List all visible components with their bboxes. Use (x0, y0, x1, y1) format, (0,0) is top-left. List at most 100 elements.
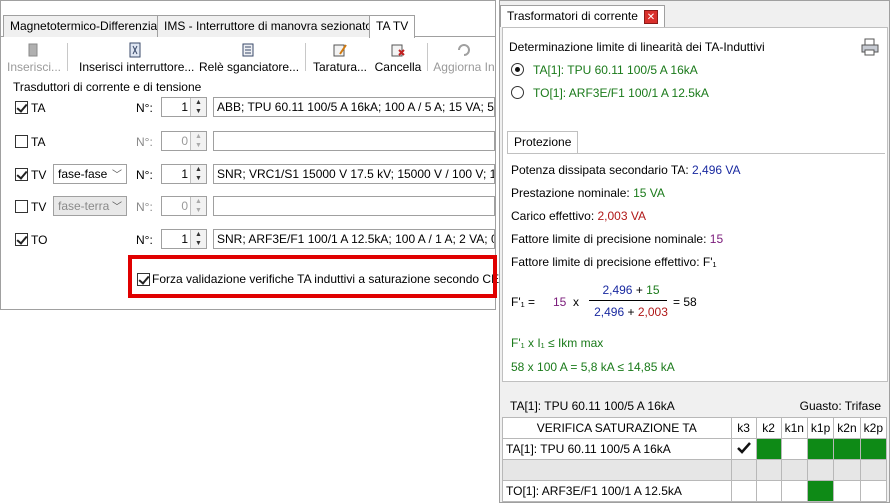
ta1-radio[interactable] (511, 63, 524, 76)
ta1-quantity-stepper[interactable]: 1 ▲ ▼ (161, 97, 207, 117)
cell-empty (755, 459, 782, 481)
tv2-description-field[interactable] (213, 196, 495, 216)
col-k1p: k1p (806, 417, 835, 439)
inserisci-label: Inserisci... (7, 60, 62, 74)
check-icon (736, 441, 751, 454)
taratura-button[interactable]: Taratura... (311, 39, 369, 75)
stepper-value: 1 (181, 167, 188, 181)
tv2-checkbox[interactable] (15, 200, 28, 213)
verifica-saturazione-table: VERIFICA SATURAZIONE TA k3 k2 k1n k1p k2… (502, 417, 888, 502)
tv1-type-select[interactable]: fase-fase ﹀ (53, 164, 127, 184)
formula-x: x (573, 295, 579, 309)
toolbar-separator (305, 43, 306, 71)
prestazione-label: Prestazione nominale: (511, 186, 630, 200)
ta1-description-field[interactable]: ABB; TPU 60.11 100/5 A 16kA; 100 A / 5 A… (213, 97, 495, 117)
to1-radio[interactable] (511, 86, 524, 99)
inserisci-interruttore-button[interactable]: Inserisci interruttore... (79, 39, 194, 75)
cell-empty (730, 480, 757, 502)
tab-title: Trasformatori di corrente (507, 9, 638, 23)
stepper-value: 1 (181, 100, 188, 114)
tab-strip: Magnetotermico-Differenziale IMS - Inter… (1, 15, 495, 38)
stepper-arrows[interactable]: ▲ ▼ (190, 98, 206, 116)
tab-trasformatori[interactable]: Trasformatori di corrente ✕ (500, 5, 665, 27)
refresh-icon (458, 44, 470, 56)
ta2-checkbox[interactable] (15, 135, 28, 148)
col-k2: k2 (755, 417, 782, 439)
to1-description-field[interactable]: SNR; ARF3E/F1 100/1 A 12.5kA; 100 A / 1 … (213, 229, 495, 249)
cell-empty (730, 459, 757, 481)
cell-check (730, 438, 757, 460)
insert-icon (28, 43, 38, 57)
table-row[interactable]: TO[1]: ARF3E/F1 100/1 A 12.5kA (502, 480, 888, 502)
col-k2n: k2n (833, 417, 861, 439)
inserisci-button[interactable]: Inserisci... (7, 39, 62, 75)
transducer-row: TV fase-fase ﹀ N°: 1 ▲ ▼ SNR; VRC1/S1 150… (1, 163, 495, 187)
flp-effettivo-label: Fattore limite di precisione effettivo: … (511, 255, 717, 269)
potenza-label: Potenza dissipata secondario TA: (511, 163, 689, 177)
stepper-arrows[interactable]: ▲ ▼ (190, 165, 206, 183)
rele-button[interactable]: Relè sganciatore... (199, 39, 299, 75)
n-label: N°: (136, 233, 153, 247)
table-row[interactable]: TA[1]: TPU 60.11 100/5 A 16kA (502, 438, 888, 460)
cell-ok (755, 438, 782, 460)
cell-ok (859, 438, 888, 460)
cancella-label: Cancella (374, 60, 422, 74)
table-header: VERIFICA SATURAZIONE TA (502, 417, 732, 439)
transducer-row: TA N°: 0 ▲ ▼ (1, 130, 495, 154)
tv1-quantity-stepper[interactable]: 1 ▲ ▼ (161, 164, 207, 184)
aggiorna-button[interactable]: Aggiorna In (433, 39, 495, 75)
n-label: N°: (136, 135, 153, 149)
row-label: TA[1]: TPU 60.11 100/5 A 16kA (502, 438, 732, 460)
toolbar: Inserisci... Inserisci interruttore... R… (1, 39, 495, 75)
cell-empty (780, 480, 808, 502)
tab-ims[interactable]: IMS - Interruttore di manovra sezionator… (157, 15, 390, 37)
ta1-label: TA (31, 101, 46, 115)
chevron-down-icon: ﹀ (112, 170, 122, 181)
summary-right: Guasto: Trifase (799, 399, 881, 413)
carico-row: Carico effettivo: 2,003 VA (511, 209, 646, 223)
ta2-quantity-stepper[interactable]: 0 ▲ ▼ (161, 131, 207, 151)
to1-checkbox[interactable] (15, 233, 28, 246)
cell-ok (806, 480, 835, 502)
section-title: Trasduttori di corrente e di tensione (13, 80, 202, 94)
transducer-row: TO N°: 1 ▲ ▼ SNR; ARF3E/F1 100/1 A 12.5kA… (1, 228, 495, 252)
table-header-row: VERIFICA SATURAZIONE TA k3 k2 k1n k1p k2… (502, 417, 888, 439)
tv1-description-field[interactable]: SNR; VRC1/S1 15000 V 17.5 kV; 15000 V / … (213, 164, 495, 184)
flp-nominale-row: Fattore limite di precisione nominale: 1… (511, 232, 723, 246)
delete-icon (391, 44, 405, 57)
breaker-icon (129, 42, 141, 58)
n-label: N°: (136, 101, 153, 115)
prestazione-value: 15 VA (633, 186, 665, 200)
carico-value: 2,003 VA (597, 209, 646, 223)
potenza-row: Potenza dissipata secondario TA: 2,496 V… (511, 163, 741, 177)
stepper-arrows[interactable]: ▲ ▼ (190, 132, 206, 150)
formula-denominator: 2,496 + 2,003 (594, 305, 668, 319)
stepper-value: 1 (181, 232, 188, 246)
print-icon[interactable] (861, 38, 879, 56)
cancella-button[interactable]: Cancella (373, 39, 423, 75)
stepper-value: 0 (181, 199, 188, 213)
summary-left: TA[1]: TPU 60.11 100/5 A 16kA (510, 399, 675, 413)
close-icon[interactable]: ✕ (643, 9, 658, 24)
ta1-checkbox[interactable] (15, 101, 28, 114)
stepper-arrows[interactable]: ▲ ▼ (190, 230, 206, 248)
tab-protezione[interactable]: Protezione (507, 131, 579, 153)
tab-ta-tv[interactable]: TA TV (369, 15, 416, 38)
cell-empty (780, 438, 808, 460)
select-value: fase-fase (58, 167, 108, 181)
tv1-checkbox[interactable] (15, 168, 28, 181)
toolbar-separator (67, 43, 68, 71)
tv2-quantity-stepper[interactable]: 0 ▲ ▼ (161, 196, 207, 216)
tab-magnetotermico[interactable]: Magnetotermico-Differenziale (3, 15, 174, 37)
stepper-arrows[interactable]: ▲ ▼ (190, 197, 206, 215)
n-label: N°: (136, 200, 153, 214)
to1-option-label[interactable]: TO[1]: ARF3E/F1 100/1 A 12.5kA (533, 86, 709, 100)
ta1-option-label[interactable]: TA[1]: TPU 60.11 100/5 A 16kA (533, 63, 698, 77)
ta2-label: TA (31, 135, 46, 149)
cell-empty (806, 459, 835, 481)
ta2-description-field[interactable] (213, 131, 495, 151)
potenza-value: 2,496 VA (692, 163, 741, 177)
to1-quantity-stepper[interactable]: 1 ▲ ▼ (161, 229, 207, 249)
fraction-bar (589, 300, 667, 301)
tv2-type-select[interactable]: fase-terra ﹀ (53, 196, 127, 216)
